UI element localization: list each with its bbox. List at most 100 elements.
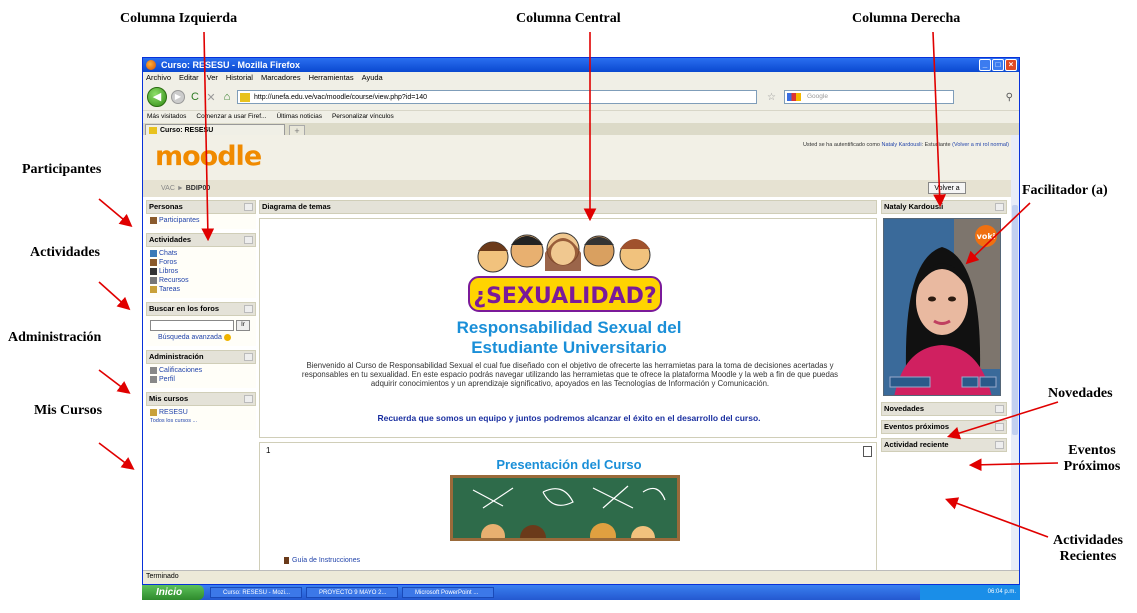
menu-herramientas[interactable]: Herramientas <box>309 72 354 84</box>
block-administracion: Administración Calificaciones Perfil <box>146 350 256 388</box>
breadcrumb: VAC ► BDIP00 <box>143 180 1013 197</box>
close-button[interactable]: × <box>1005 59 1017 71</box>
collapse-icon[interactable] <box>244 203 253 211</box>
collapse-icon[interactable] <box>244 353 253 361</box>
collapse-icon[interactable] <box>995 405 1004 413</box>
login-user-link[interactable]: Nataly Kardousli <box>882 142 922 148</box>
forum-search-input[interactable] <box>150 320 234 331</box>
collapse-icon[interactable] <box>244 395 253 403</box>
stop-icon[interactable]: ✕ <box>205 91 217 104</box>
actividad-libros-link[interactable]: Libros <box>159 267 178 276</box>
volver-button[interactable]: Volver a <box>928 182 966 194</box>
label-administracion: Administración <box>8 330 102 345</box>
home-icon[interactable]: ⌂ <box>221 91 233 103</box>
resource-icon <box>150 277 157 284</box>
google-icon <box>786 93 801 101</box>
bookmark-mas-visitados[interactable]: Más visitados <box>147 111 186 123</box>
busqueda-avanzada-link[interactable]: Búsqueda avanzada <box>158 333 222 342</box>
scrollbar-thumb[interactable] <box>1012 205 1018 435</box>
back-button[interactable]: ◀ <box>147 87 167 107</box>
arrow-mis-cursos <box>98 442 135 470</box>
label-facilitador: Facilitador (a) <box>1022 183 1108 198</box>
label-actividades-recientes: Actividades Recientes <box>1040 533 1136 565</box>
bookmark-star-icon[interactable]: ☆ <box>767 92 776 103</box>
collapse-icon[interactable] <box>244 236 253 244</box>
label-columna-izquierda: Columna Izquierda <box>120 11 238 26</box>
voki-avatar[interactable]: voki <box>883 218 1001 396</box>
start-button[interactable]: Inicio <box>142 585 204 600</box>
block-miscursos-title: Mis cursos <box>149 394 189 403</box>
facilitator-name: Nataly Kardousli <box>884 202 944 211</box>
maximize-button[interactable]: □ <box>992 59 1004 71</box>
collapse-icon[interactable] <box>995 441 1004 449</box>
reload-icon[interactable]: C <box>189 91 201 103</box>
forum-search-button[interactable]: Ir <box>236 320 250 331</box>
menu-archivo[interactable]: Archivo <box>146 72 171 84</box>
label-participantes: Participantes <box>22 162 102 177</box>
window-title: Curso: RESESU - Mozilla Firefox <box>161 60 301 70</box>
search-input[interactable]: Google <box>783 90 954 104</box>
actividad-chats-link[interactable]: Chats <box>159 249 177 258</box>
course-summary-section: ¿SEXUALIDAD? Responsabilidad Sexual del … <box>259 218 877 438</box>
breadcrumb-vac[interactable]: VAC <box>161 185 175 192</box>
collapse-icon[interactable] <box>995 423 1004 431</box>
navigation-toolbar: ◀ ▶ C ✕ ⌂ http://unefa.edu.ve/vac/moodle… <box>143 84 1019 110</box>
label-eventos: Eventos Próximos <box>1050 443 1134 475</box>
search-icon[interactable]: ⚲ <box>1006 92 1013 103</box>
actividad-recursos-link[interactable]: Recursos <box>159 276 189 285</box>
collapse-icon[interactable] <box>244 305 253 313</box>
browser-window: Curso: RESESU - Mozilla Firefox _ □ × Ar… <box>142 57 1020 585</box>
section-number: 1 <box>266 446 271 455</box>
calificaciones-link[interactable]: Calificaciones <box>159 366 202 375</box>
todos-cursos-link[interactable]: Todos los cursos ... <box>150 417 254 426</box>
bookmark-ultimas-noticias[interactable]: Últimas noticias <box>276 111 322 123</box>
system-tray: 06:04 p.m. <box>920 585 1020 600</box>
label-actividades: Actividades <box>30 245 100 260</box>
guia-instrucciones-item: Guía de Instrucciones <box>284 557 360 564</box>
diagrama-temas-header: Diagrama de temas <box>259 200 877 214</box>
page-content: moodle Usted se ha autentificado como Na… <box>143 135 1013 570</box>
actividad-tareas-link[interactable]: Tareas <box>159 285 180 294</box>
bookmark-personalizar[interactable]: Personalizar vínculos <box>332 111 394 123</box>
help-icon[interactable] <box>223 334 231 341</box>
label-mis-cursos: Mis Cursos <box>34 403 103 418</box>
collapse-icon[interactable] <box>995 203 1004 211</box>
center-column: Diagrama de temas ¿SEXUALIDAD? Responsab… <box>259 200 877 570</box>
label-columna-central: Columna Central <box>516 11 621 26</box>
menu-historial[interactable]: Historial <box>226 72 253 84</box>
menu-bar: Archivo Editar Ver Historial Marcadores … <box>143 72 1019 84</box>
section-title: Presentación del Curso <box>496 457 642 472</box>
sexualidad-cartoon-image: ¿SEXUALIDAD? <box>468 232 662 312</box>
taskbar-item-powerpoint[interactable]: Microsoft PowerPoint ... <box>402 587 494 598</box>
menu-editar[interactable]: Editar <box>179 72 199 84</box>
menu-marcadores[interactable]: Marcadores <box>261 72 301 84</box>
perfil-link[interactable]: Perfil <box>159 375 175 384</box>
vertical-scrollbar[interactable] <box>1011 135 1019 570</box>
curso-resesu-link[interactable]: RESESU <box>159 408 188 417</box>
topic-section-1: 1 Presentación del Curso Guía de Instruc… <box>259 442 877 570</box>
menu-ver[interactable]: Ver <box>207 72 218 84</box>
volver-rol-link[interactable]: (Volver a mi rol normal) <box>952 142 1009 148</box>
taskbar-item-proyecto[interactable]: PROYECTO 9 MAYO 2... <box>306 587 398 598</box>
tab-site-icon <box>149 127 157 134</box>
browser-titlebar: Curso: RESESU - Mozilla Firefox _ □ × <box>143 58 1019 72</box>
label-eventos-line2: Próximos <box>1063 459 1121 474</box>
participantes-link[interactable]: Participantes <box>159 216 199 225</box>
login-prefix: Usted se ha autentificado como <box>802 142 880 148</box>
cartoon-text: ¿SEXUALIDAD? <box>473 284 656 309</box>
forward-button[interactable]: ▶ <box>171 90 185 104</box>
menu-ayuda[interactable]: Ayuda <box>362 72 383 84</box>
book-icon <box>150 268 157 275</box>
show-only-section-icon[interactable] <box>863 446 872 457</box>
course-title-line1: Responsabilidad Sexual del <box>456 318 682 337</box>
taskbar-item-firefox[interactable]: Curso: RESESU - Mozi... <box>210 587 302 598</box>
course-title-line2: Estudiante Universitario <box>471 338 667 357</box>
profile-icon <box>150 376 157 383</box>
url-bar[interactable]: http://unefa.edu.ve/vac/moodle/course/vi… <box>237 90 757 104</box>
firefox-icon <box>146 60 156 70</box>
guia-instrucciones-link[interactable]: Guía de Instrucciones <box>292 557 360 564</box>
arrow-participantes <box>98 198 133 228</box>
minimize-button[interactable]: _ <box>979 59 991 71</box>
bookmark-comenzar[interactable]: Comenzar a usar Firef... <box>196 111 266 123</box>
actividad-foros-link[interactable]: Foros <box>159 258 177 267</box>
